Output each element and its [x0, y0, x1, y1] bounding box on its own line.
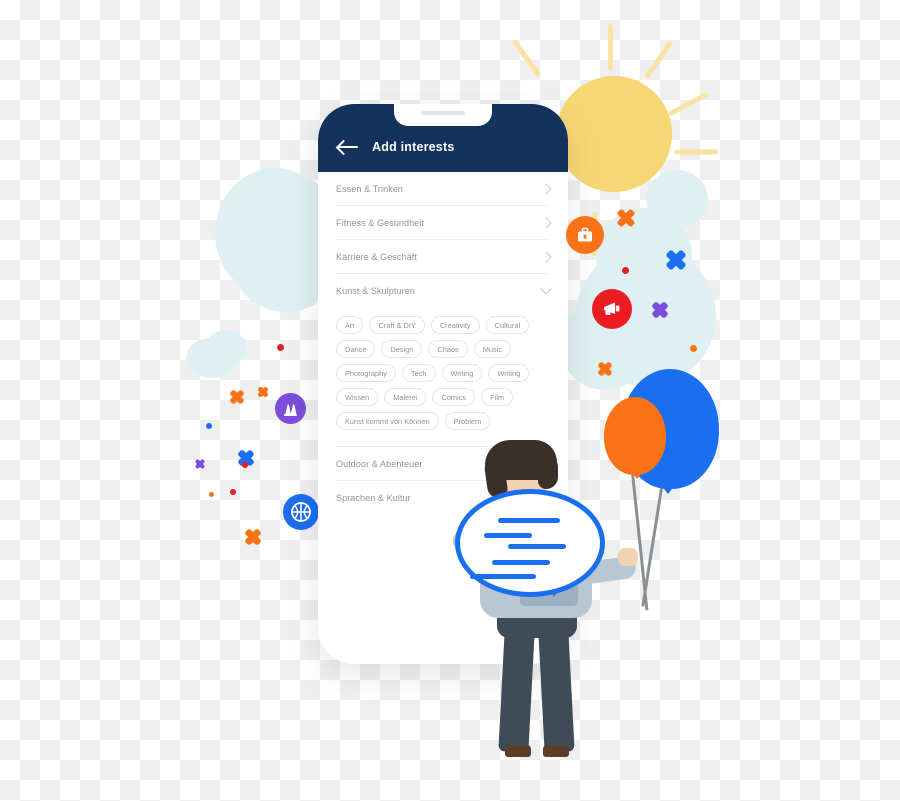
dot-confetti	[206, 423, 212, 429]
interest-tag[interactable]: Writing	[488, 364, 530, 382]
interest-tag[interactable]: Cultural	[485, 316, 530, 334]
category-row-essen-trinken[interactable]: Essen & Trinken	[336, 172, 552, 206]
dot-confetti	[277, 344, 284, 351]
interest-tag[interactable]: Craft & DIY	[369, 316, 425, 334]
category-row-karriere-geschaeft[interactable]: Karriere & Geschäft	[336, 240, 552, 274]
category-label: Kunst & Skulpturen	[336, 285, 415, 296]
cross-confetti	[256, 385, 270, 399]
page-title: Add interests	[372, 140, 455, 154]
interest-tag-group: Art Craft & DIY Creativity Cultural Danc…	[336, 307, 550, 440]
person-shoe-right	[543, 745, 569, 757]
back-arrow-icon[interactable]	[338, 140, 358, 154]
tag-row: Photography Tech Writing Writing	[336, 364, 550, 382]
category-label: Karriere & Geschäft	[336, 251, 417, 262]
cross-confetti	[664, 248, 688, 272]
dot-confetti	[242, 462, 248, 468]
cross-confetti	[228, 388, 246, 406]
interest-tag[interactable]: Dance	[336, 340, 376, 358]
dot-confetti	[209, 492, 214, 497]
interest-tag[interactable]: Tech	[401, 364, 436, 382]
theater-masks-badge	[275, 393, 306, 424]
category-label: Essen & Trinken	[336, 183, 404, 194]
interest-tag[interactable]: Chaos	[428, 340, 468, 358]
interest-tag[interactable]: Malerei	[384, 388, 427, 406]
category-label: Sprachen & Kultur	[336, 492, 411, 503]
speech-bubble-line	[498, 518, 560, 523]
interest-tag[interactable]: Film	[481, 388, 514, 406]
interest-tag[interactable]: Photography	[336, 364, 396, 382]
chevron-right-icon	[540, 182, 552, 195]
basketball-badge	[283, 494, 319, 530]
interest-tag[interactable]: Music	[473, 340, 512, 358]
phone-speaker	[421, 111, 465, 115]
interest-tag[interactable]: Kunst kommt von Können	[336, 412, 439, 430]
category-label: Outdoor & Abenteuer	[336, 458, 423, 469]
phone-notch	[394, 104, 492, 126]
dot-confetti	[230, 489, 236, 495]
chevron-right-icon	[540, 216, 552, 229]
category-label: Fitness & Gesundheit	[336, 217, 425, 228]
sun-ray	[667, 91, 710, 117]
sun-ray	[608, 24, 613, 70]
cross-confetti	[615, 207, 637, 229]
sun-core	[556, 76, 672, 192]
briefcase-badge	[566, 216, 604, 254]
cross-confetti	[650, 300, 670, 320]
tag-row: Art Craft & DIY Creativity Cultural	[336, 316, 550, 334]
category-row-fitness-gesundheit[interactable]: Fitness & Gesundheit	[336, 206, 552, 240]
interest-tag[interactable]: Wissen	[336, 388, 379, 406]
illustration-canvas: Add interests Essen & Trinken Fitness & …	[0, 0, 900, 801]
cross-confetti	[596, 360, 614, 378]
sun-ray	[674, 149, 719, 155]
dot-confetti	[690, 345, 697, 352]
dot-confetti	[622, 267, 629, 274]
speech-bubble-line	[508, 544, 566, 549]
chevron-right-icon	[540, 250, 552, 263]
interest-tag[interactable]: Writing	[441, 364, 483, 382]
interest-tag[interactable]: Design	[381, 340, 423, 358]
speech-bubble-line	[492, 560, 550, 565]
category-row-kunst-skulpturen[interactable]: Kunst & Skulpturen	[336, 274, 552, 307]
speech-bubble-line	[470, 574, 536, 579]
tag-row: Wissen Malerei Comics Film	[336, 388, 550, 406]
person-hair-back	[538, 455, 558, 489]
cross-confetti	[194, 458, 206, 470]
interest-tag[interactable]: Comics	[432, 388, 476, 406]
tag-row: Kunst kommt von Können Problem	[336, 412, 550, 430]
speech-bubble	[455, 489, 605, 597]
chevron-down-icon	[540, 283, 552, 295]
speech-bubble-line	[484, 533, 532, 538]
sun-ray	[643, 40, 674, 80]
person-shoe-left	[505, 745, 531, 757]
interest-tag[interactable]: Creativity	[430, 316, 480, 334]
cross-confetti	[243, 527, 263, 547]
sun-ray	[511, 38, 542, 78]
person-hand-right	[618, 548, 638, 566]
app-header: Add interests	[318, 104, 568, 172]
interest-tag[interactable]: Art	[336, 316, 364, 334]
interest-tag[interactable]: Problem	[444, 412, 491, 430]
megaphone-badge	[592, 289, 632, 329]
tag-row: Dance Design Chaos Music	[336, 340, 550, 358]
